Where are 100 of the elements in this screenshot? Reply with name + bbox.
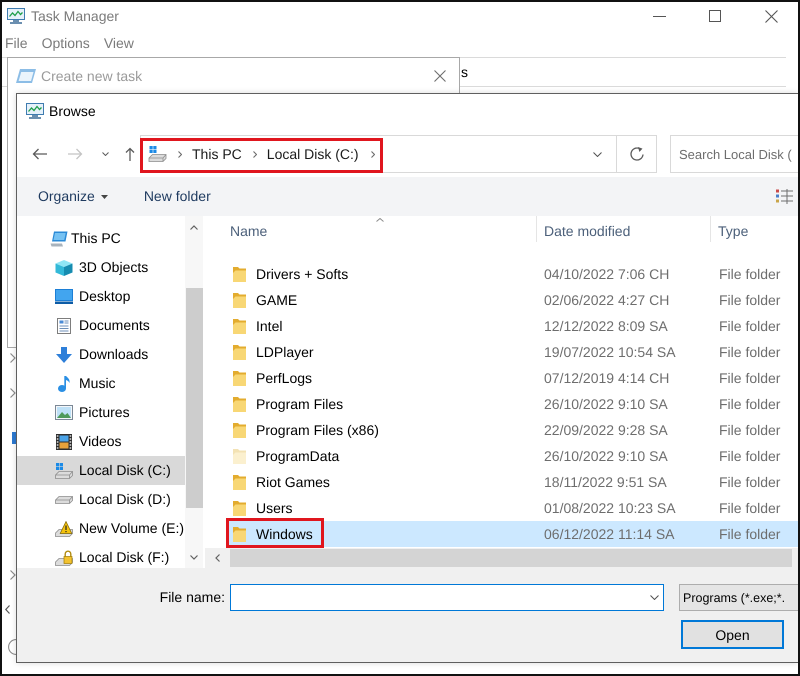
folder-entry[interactable]: Program Files [233, 396, 344, 412]
field-label: File name: [160, 589, 225, 606]
file-type-text: File folder [719, 292, 780, 308]
date-modified-text: 12/12/2022 8:09 SA [544, 318, 668, 334]
nav-item[interactable]: Local Disk (D:) [17, 485, 185, 514]
close-icon[interactable] [434, 70, 446, 82]
date-modified-text: 02/06/2022 4:27 CH [544, 292, 670, 308]
picture-icon [55, 405, 73, 420]
file-type-text: File folder [719, 318, 780, 334]
up-arrow-icon[interactable] [125, 147, 135, 161]
dialog-title: Browse [49, 102, 96, 120]
drive-icon [148, 146, 167, 162]
app-icon [12, 432, 16, 444]
menu-item[interactable]: File [5, 35, 28, 52]
dropdown-icon[interactable] [593, 152, 602, 156]
scroll-left-icon[interactable] [215, 554, 220, 562]
file-type-text: File folder [719, 396, 780, 412]
window-icon [16, 69, 36, 83]
nav-item[interactable]: Desktop [17, 282, 185, 311]
selected-row[interactable]: Windows 06/12/2022 11:14 SA File folder [227, 521, 798, 547]
drive-warning-icon [55, 520, 73, 536]
date-modified-text: 07/12/2019 4:14 CH [544, 370, 670, 386]
file-type-text: File folder [719, 370, 780, 386]
nav-item[interactable]: New Volume (E:) [17, 514, 185, 543]
menu-item[interactable]: Options [42, 35, 90, 52]
menu-item[interactable]: View [104, 35, 134, 52]
chevron-icon[interactable] [370, 150, 375, 158]
folder-entry[interactable]: Windows [233, 526, 313, 542]
menu-button[interactable]: Organize [38, 188, 108, 205]
file-type-text: File folder [719, 266, 780, 282]
chevron-down-icon[interactable] [102, 152, 109, 156]
file-type-text: File folder [719, 344, 780, 360]
folder-entry[interactable]: Intel [233, 318, 282, 334]
date-modified-text: 01/08/2022 10:23 SA [544, 500, 676, 516]
back-arrow-icon[interactable] [32, 148, 47, 160]
toolbar-button[interactable]: New folder [144, 188, 211, 205]
search-field[interactable]: Search Local Disk ( [670, 135, 798, 173]
file-name-field[interactable] [230, 584, 664, 611]
drive-lock-icon [55, 550, 73, 566]
breadcrumb[interactable]: Local Disk (C:) [266, 146, 359, 162]
chevron-icon[interactable] [10, 570, 16, 580]
nav-item[interactable]: Videos [17, 427, 185, 456]
file-type-text: File folder [719, 500, 780, 516]
folder-entry[interactable]: Program Files (x86) [233, 422, 379, 438]
nav-item[interactable]: 3D Objects [17, 253, 185, 282]
breadcrumb[interactable]: This PC [192, 146, 242, 162]
scrollbar[interactable] [185, 216, 203, 568]
folder-entry[interactable]: ProgramData [233, 448, 340, 464]
folder-entry[interactable]: Riot Games [233, 474, 330, 490]
chevron-icon[interactable] [252, 150, 257, 158]
open-button[interactable]: Open [681, 620, 784, 649]
view-options-icon[interactable] [776, 189, 793, 204]
nav-item[interactable]: Local Disk (F:) [17, 543, 185, 568]
scroll-down-icon[interactable] [190, 554, 198, 560]
address-bar[interactable]: This PC Local Disk (C:) [140, 135, 617, 173]
maximize-icon[interactable] [709, 10, 721, 22]
scrollbar-thumb[interactable] [186, 288, 203, 508]
folder-entry[interactable]: PerfLogs [233, 370, 312, 386]
column-header[interactable]: Name [230, 223, 268, 240]
document-icon [57, 318, 71, 334]
tab[interactable]: s [461, 64, 468, 80]
chevron-icon[interactable] [10, 353, 16, 363]
scroll-up-icon[interactable] [190, 224, 198, 230]
download-arrow-icon [56, 346, 72, 362]
dropdown-icon[interactable] [650, 595, 659, 600]
date-modified-text: 22/09/2022 9:28 SA [544, 422, 668, 438]
chevron-icon[interactable] [178, 150, 182, 158]
film-icon [56, 434, 72, 450]
file-type-text: File folder [719, 422, 780, 438]
date-modified-text: 06/12/2022 11:14 SA [544, 526, 675, 542]
caret-icon [100, 194, 108, 198]
folder-entry[interactable]: Drivers + Softs [233, 266, 348, 282]
nav-item[interactable]: Documents [17, 311, 185, 340]
column-header[interactable]: Date modified [544, 223, 630, 240]
scroll-left-icon[interactable] [5, 605, 10, 614]
date-modified-text: 04/10/2022 7:06 CH [544, 266, 670, 282]
nav-item[interactable]: Music [17, 369, 185, 398]
refresh-button[interactable] [617, 135, 657, 173]
nav-item[interactable]: Local Disk (C:) [17, 456, 185, 485]
folder-entry[interactable]: GAME [233, 292, 298, 308]
nav-item[interactable]: This PC [17, 224, 185, 253]
file-type-text: File folder [719, 474, 780, 490]
monitor-chart-icon [26, 103, 44, 119]
dialog-title: Create new task [41, 68, 142, 84]
monitor-chart-icon [7, 8, 25, 24]
chevron-icon[interactable] [10, 388, 16, 398]
folder-entry[interactable]: LDPlayer [233, 344, 314, 360]
sort-caret-icon[interactable] [376, 218, 384, 222]
column-header[interactable]: Type [718, 223, 748, 240]
date-modified-text: 26/10/2022 9:10 SA [544, 396, 668, 412]
music-note-icon [58, 376, 70, 392]
drive-icon [55, 462, 73, 478]
close-icon[interactable] [765, 10, 778, 22]
refresh-icon [630, 147, 644, 161]
nav-item[interactable]: Pictures [17, 398, 185, 427]
folder-entry[interactable]: Users [233, 500, 293, 516]
drive-icon [55, 496, 73, 504]
file-type-text: File folder [719, 526, 780, 542]
nav-item[interactable]: Downloads [17, 340, 185, 369]
file-type-dropdown[interactable]: Programs (*.exe;*. [679, 584, 798, 611]
